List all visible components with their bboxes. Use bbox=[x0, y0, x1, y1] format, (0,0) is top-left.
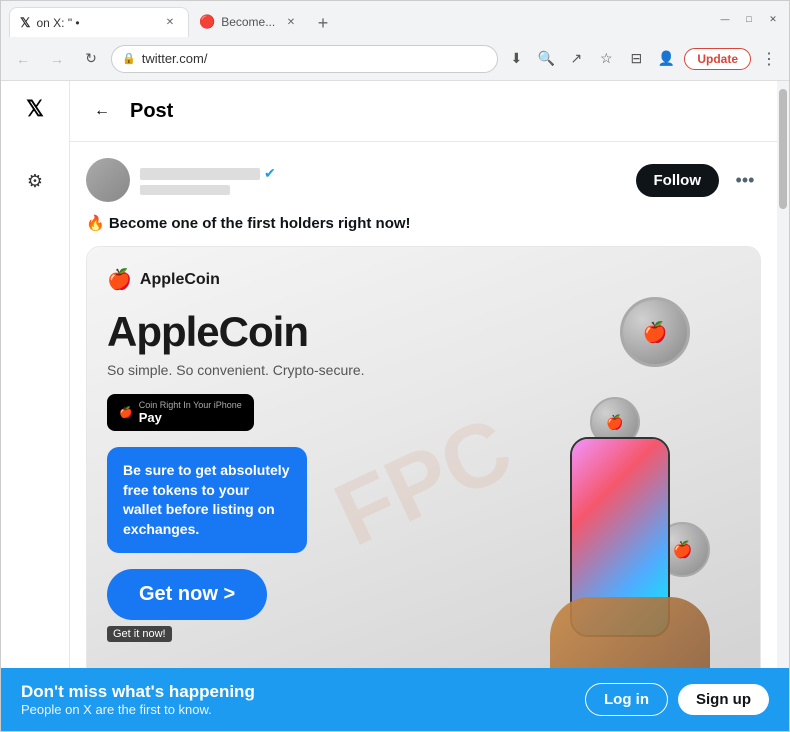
apple-pay-sub: Coin Right In Your iPhone bbox=[139, 400, 242, 410]
post-back-button[interactable]: ← bbox=[86, 95, 118, 127]
hand bbox=[550, 597, 710, 668]
more-options-button[interactable]: ••• bbox=[729, 164, 761, 196]
avatar-image bbox=[86, 158, 130, 202]
tab2-close-icon[interactable]: ✕ bbox=[283, 14, 299, 30]
browser-menu-button[interactable]: ⋮ bbox=[757, 47, 781, 71]
title-bar: 𝕏 on X: " • ✕ 🔴 Become... ✕ + — □ ✕ bbox=[1, 1, 789, 37]
verified-badge: ✔ bbox=[264, 165, 276, 182]
bottom-signup-bar: Don't miss what's happening People on X … bbox=[1, 668, 789, 731]
card-tagline: So simple. So convenient. Crypto-secure. bbox=[107, 362, 455, 378]
avatar bbox=[86, 158, 130, 202]
card-left: 🍎 AppleCoin AppleCoin So simple. So conv… bbox=[107, 267, 455, 642]
login-button[interactable]: Log in bbox=[585, 683, 668, 716]
author-handle bbox=[140, 185, 230, 195]
tab2-label: Become... bbox=[221, 15, 275, 29]
forward-button[interactable]: → bbox=[43, 45, 71, 73]
post-header: ← Post bbox=[70, 81, 777, 142]
bottom-bar-subtitle: People on X are the first to know. bbox=[21, 702, 255, 717]
back-button[interactable]: ← bbox=[9, 45, 37, 73]
apple-pay-text-block: Coin Right In Your iPhone Pay bbox=[139, 400, 242, 425]
bottom-bar-title: Don't miss what's happening bbox=[21, 682, 255, 702]
bottom-bar-actions: Log in Sign up bbox=[585, 683, 769, 716]
bottom-bar-text: Don't miss what's happening People on X … bbox=[21, 682, 255, 717]
apple-logo-icon: 🍎 bbox=[107, 267, 132, 292]
update-button[interactable]: Update bbox=[684, 48, 751, 70]
phone-hand bbox=[550, 437, 730, 668]
minimize-button[interactable]: — bbox=[717, 11, 733, 27]
address-text: twitter.com/ bbox=[142, 51, 488, 66]
card-title: AppleCoin bbox=[107, 308, 455, 356]
x-logo: 𝕏 bbox=[15, 89, 55, 129]
scrollbar-track[interactable] bbox=[777, 81, 789, 668]
tab-close-icon[interactable]: ✕ bbox=[162, 15, 178, 31]
x-sidebar: 𝕏 ⚙ bbox=[1, 81, 69, 668]
active-tab[interactable]: 𝕏 on X: " • ✕ bbox=[9, 7, 189, 37]
x-main: ← Post ✔ bbox=[69, 81, 777, 668]
tab-label: on X: " • bbox=[36, 16, 79, 30]
reload-button[interactable]: ↻ bbox=[77, 45, 105, 73]
address-bar[interactable]: 🔒 twitter.com/ bbox=[111, 45, 498, 73]
new-tab-button[interactable]: + bbox=[309, 9, 337, 37]
window-controls: — □ ✕ bbox=[717, 11, 781, 27]
split-view-icon[interactable]: ⊟ bbox=[624, 47, 648, 71]
bubble-text: Be sure to get absolutely free tokens to… bbox=[123, 462, 289, 537]
apple-pay-badge: 🍎 Coin Right In Your iPhone Pay bbox=[107, 394, 254, 431]
bookmark-icon[interactable]: ☆ bbox=[594, 47, 618, 71]
signup-button[interactable]: Sign up bbox=[678, 684, 769, 715]
follow-button[interactable]: Follow bbox=[636, 164, 720, 197]
x-layout: 𝕏 ⚙ ← Post bbox=[1, 81, 777, 668]
apple-pay-main: Pay bbox=[139, 410, 162, 425]
get-it-now-label: Get it now! bbox=[107, 626, 172, 642]
promo-bubble: Be sure to get absolutely free tokens to… bbox=[107, 447, 307, 553]
get-now-button[interactable]: Get now > bbox=[107, 569, 267, 620]
close-button[interactable]: ✕ bbox=[765, 11, 781, 27]
brand-header: 🍎 AppleCoin bbox=[107, 267, 455, 292]
post-body: ✔ Follow ••• 🔥 Become one of the first h… bbox=[70, 142, 777, 668]
sidebar-settings-icon[interactable]: ⚙ bbox=[15, 161, 55, 201]
search-icon[interactable]: 🔍 bbox=[534, 47, 558, 71]
card-content: 🍎 AppleCoin AppleCoin So simple. So conv… bbox=[107, 267, 740, 668]
browser-toolbar: ← → ↻ 🔒 twitter.com/ ⬇ 🔍 ↗ ☆ ⊟ 👤 Update … bbox=[1, 37, 789, 81]
author-name-row: ✔ bbox=[140, 165, 626, 182]
post-title: Post bbox=[130, 100, 173, 123]
inactive-tab[interactable]: 🔴 Become... ✕ bbox=[189, 7, 309, 37]
post-text: 🔥 Become one of the first holders right … bbox=[86, 214, 761, 232]
browser-window: 𝕏 on X: " • ✕ 🔴 Become... ✕ + — □ ✕ ← → … bbox=[0, 0, 790, 732]
author-info: ✔ bbox=[140, 165, 626, 195]
apple-icon: 🍎 bbox=[119, 406, 133, 419]
author-row: ✔ Follow ••• bbox=[86, 158, 761, 202]
brand-name: AppleCoin bbox=[140, 271, 220, 289]
share-icon[interactable]: ↗ bbox=[564, 47, 588, 71]
get-now-wrapper: Get now > Get it now! bbox=[107, 569, 455, 642]
coin-decoration-1: 🍎 bbox=[620, 297, 690, 367]
author-name bbox=[140, 168, 260, 180]
tab-favicon: 𝕏 bbox=[20, 15, 30, 31]
tab-strip: 𝕏 on X: " • ✕ 🔴 Become... ✕ + bbox=[9, 1, 711, 37]
page-content: 𝕏 ⚙ ← Post bbox=[1, 81, 789, 668]
apple-coin-card: FPC 🍎 AppleCoin bbox=[87, 247, 760, 668]
post-card: FPC 🍎 AppleCoin bbox=[86, 246, 761, 668]
tab2-favicon: 🔴 bbox=[199, 14, 215, 30]
lock-icon: 🔒 bbox=[122, 52, 136, 65]
scrollbar-thumb[interactable] bbox=[779, 89, 787, 209]
toolbar-right: ⬇ 🔍 ↗ ☆ ⊟ 👤 Update ⋮ bbox=[504, 47, 781, 71]
phone-mockup-area bbox=[520, 417, 740, 668]
maximize-button[interactable]: □ bbox=[741, 11, 757, 27]
profile-icon[interactable]: 👤 bbox=[654, 47, 678, 71]
download-icon[interactable]: ⬇ bbox=[504, 47, 528, 71]
